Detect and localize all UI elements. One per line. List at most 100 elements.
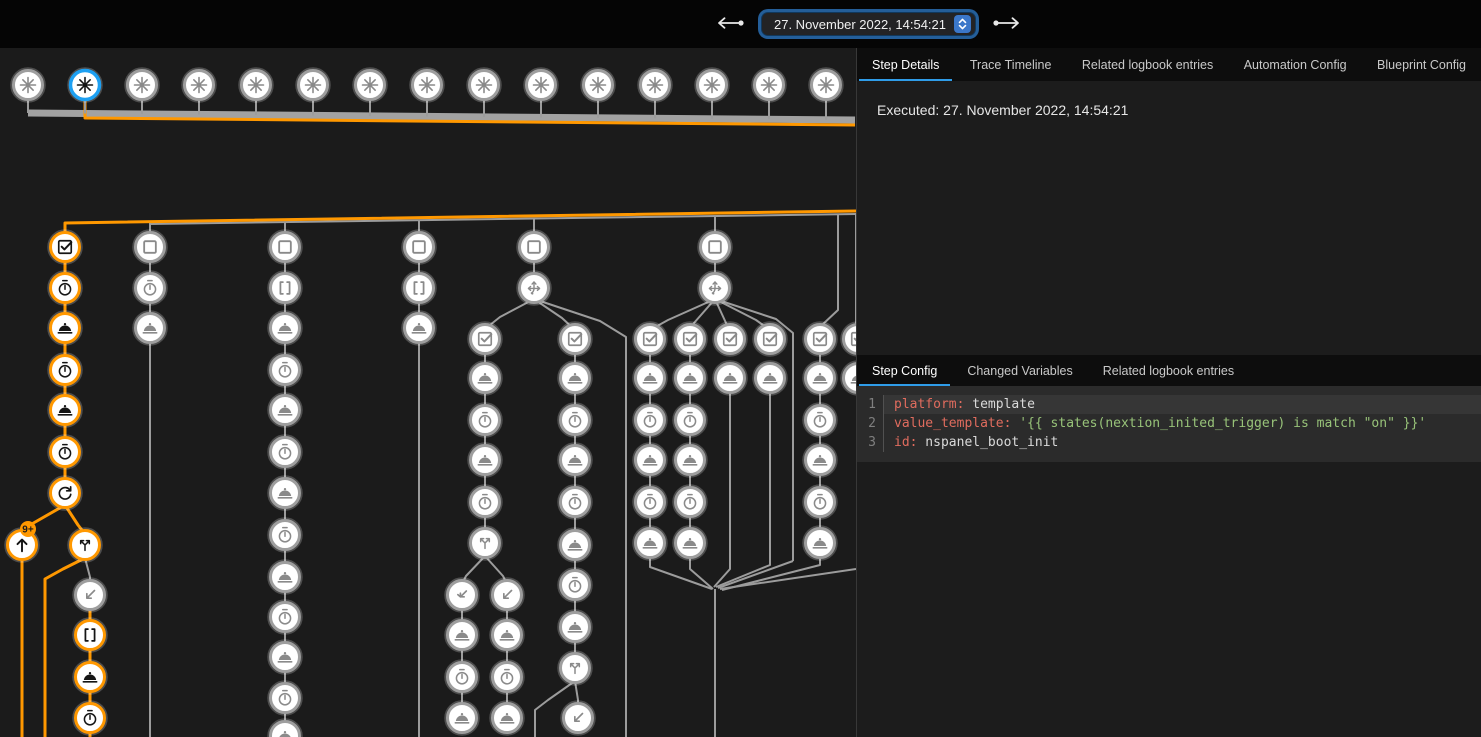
graph-node-timer-icon[interactable] — [559, 404, 592, 437]
graph-node-service-call-icon[interactable] — [804, 444, 837, 477]
tab-trace-timeline[interactable]: Trace Timeline — [955, 48, 1067, 81]
graph-node-service-call-icon[interactable] — [674, 444, 707, 477]
graph-node-service-call-icon[interactable] — [714, 362, 747, 395]
graph-node-service-call-icon[interactable] — [804, 362, 837, 395]
graph-node-service-call-icon[interactable] — [269, 720, 302, 737]
tab-related-logbook-entries[interactable]: Related logbook entries — [1067, 48, 1228, 81]
graph-node-arrow-bottom-left-icon[interactable] — [74, 579, 107, 612]
graph-node-trigger-asterisk-icon[interactable] — [582, 69, 615, 102]
graph-node-trigger-asterisk-icon[interactable] — [240, 69, 273, 102]
graph-node-arrow-bottom-left-icon[interactable] — [491, 579, 524, 612]
older-trace-button[interactable] — [712, 13, 748, 36]
graph-node-trigger-asterisk-icon[interactable] — [354, 69, 387, 102]
graph-node-timer-icon[interactable] — [634, 486, 667, 519]
graph-node-service-call-icon[interactable] — [634, 362, 667, 395]
graph-node-timer-icon[interactable] — [491, 661, 524, 694]
graph-node-service-call-icon[interactable] — [842, 362, 857, 395]
graph-node-choose-icon[interactable] — [518, 272, 551, 305]
newer-trace-button[interactable] — [989, 13, 1025, 36]
graph-node-timer-icon[interactable] — [74, 702, 107, 735]
graph-node-call-split-icon[interactable] — [469, 527, 502, 560]
graph-node-condition-checked-icon[interactable] — [634, 323, 667, 356]
graph-node-checkbox-blank-icon[interactable] — [403, 231, 436, 264]
graph-node-service-call-icon[interactable] — [559, 444, 592, 477]
graph-node-service-call-icon[interactable] — [269, 641, 302, 674]
graph-node-trigger-asterisk-icon[interactable] — [696, 69, 729, 102]
graph-node-trigger-asterisk-icon[interactable] — [810, 69, 843, 102]
graph-node-arrow-up-icon[interactable]: 9+ — [6, 521, 39, 562]
graph-node-timer-icon[interactable] — [269, 682, 302, 715]
graph-node-trigger-asterisk-icon[interactable] — [753, 69, 786, 102]
tab-step-config[interactable]: Step Config — [857, 355, 952, 386]
graph-node-trigger-asterisk-icon[interactable] — [411, 69, 444, 102]
graph-node-service-call-icon[interactable] — [559, 529, 592, 562]
graph-node-service-call-icon[interactable] — [49, 312, 82, 345]
graph-node-checkbox-blank-icon[interactable] — [699, 231, 732, 264]
graph-node-service-call-icon[interactable] — [49, 394, 82, 427]
graph-node-code-brackets-icon[interactable] — [403, 272, 436, 305]
graph-node-service-call-icon[interactable] — [491, 619, 524, 652]
graph-node-condition-checked-icon[interactable] — [714, 323, 747, 356]
graph-node-condition-checked-icon[interactable] — [49, 231, 82, 264]
graph-node-trigger-asterisk-icon[interactable] — [69, 69, 102, 102]
graph-node-service-call-icon[interactable] — [491, 702, 524, 735]
tab-changed-variables[interactable]: Changed Variables — [952, 355, 1087, 386]
tab-step-details[interactable]: Step Details — [857, 48, 954, 81]
tab-related-logbook-entries[interactable]: Related logbook entries — [1088, 355, 1249, 386]
graph-node-condition-checked-icon[interactable] — [804, 323, 837, 356]
graph-node-timer-icon[interactable] — [134, 272, 167, 305]
graph-node-checkbox-blank-icon[interactable] — [518, 231, 551, 264]
graph-node-service-call-icon[interactable] — [134, 312, 167, 345]
graph-node-trigger-asterisk-icon[interactable] — [12, 69, 45, 102]
graph-node-code-brackets-icon[interactable] — [74, 619, 107, 652]
graph-node-service-call-icon[interactable] — [634, 527, 667, 560]
graph-node-timer-icon[interactable] — [804, 486, 837, 519]
graph-node-timer-icon[interactable] — [674, 404, 707, 437]
graph-node-timer-icon[interactable] — [674, 486, 707, 519]
graph-node-timer-icon[interactable] — [634, 404, 667, 437]
graph-node-timer-icon[interactable] — [559, 569, 592, 602]
graph-node-service-call-icon[interactable] — [804, 527, 837, 560]
graph-node-service-call-icon[interactable] — [269, 477, 302, 510]
graph-node-service-call-icon[interactable] — [634, 444, 667, 477]
graph-node-service-call-icon[interactable] — [469, 444, 502, 477]
graph-node-timer-icon[interactable] — [269, 519, 302, 552]
graph-node-condition-checked-icon[interactable] — [674, 323, 707, 356]
graph-node-call-split-icon[interactable] — [559, 652, 592, 685]
graph-node-service-call-icon[interactable] — [754, 362, 787, 395]
graph-node-timer-icon[interactable] — [469, 404, 502, 437]
graph-node-trigger-asterisk-icon[interactable] — [525, 69, 558, 102]
graph-node-timer-icon[interactable] — [49, 272, 82, 305]
graph-node-service-call-icon[interactable] — [269, 561, 302, 594]
graph-node-timer-icon[interactable] — [804, 404, 837, 437]
graph-node-service-call-icon[interactable] — [674, 527, 707, 560]
graph-node-timer-icon[interactable] — [469, 486, 502, 519]
graph-node-service-call-icon[interactable] — [446, 619, 479, 652]
graph-node-check-arrow-icon[interactable] — [446, 579, 479, 612]
graph-node-condition-checked-icon[interactable] — [842, 323, 857, 356]
graph-node-condition-checked-icon[interactable] — [469, 323, 502, 356]
graph-node-trigger-asterisk-icon[interactable] — [297, 69, 330, 102]
tab-automation-config[interactable]: Automation Config — [1229, 48, 1362, 81]
graph-node-timer-icon[interactable] — [559, 486, 592, 519]
graph-node-service-call-icon[interactable] — [469, 362, 502, 395]
tab-blueprint-config[interactable]: Blueprint Config — [1362, 48, 1481, 81]
graph-node-timer-icon[interactable] — [269, 354, 302, 387]
graph-node-choose-icon[interactable] — [699, 272, 732, 305]
graph-node-repeat-icon[interactable] — [49, 477, 82, 510]
graph-node-timer-icon[interactable] — [49, 354, 82, 387]
graph-node-trigger-asterisk-icon[interactable] — [183, 69, 216, 102]
graph-node-service-call-icon[interactable] — [403, 312, 436, 345]
trace-run-select[interactable]: 27. November 2022, 14:54:21 — [761, 12, 976, 36]
graph-node-checkbox-blank-icon[interactable] — [269, 231, 302, 264]
graph-node-service-call-icon[interactable] — [559, 362, 592, 395]
graph-node-service-call-icon[interactable] — [674, 362, 707, 395]
graph-node-service-call-icon[interactable] — [446, 702, 479, 735]
graph-node-condition-checked-icon[interactable] — [754, 323, 787, 356]
graph-node-service-call-icon[interactable] — [269, 312, 302, 345]
graph-node-call-split-icon[interactable] — [69, 529, 102, 562]
graph-node-timer-icon[interactable] — [269, 601, 302, 634]
graph-node-checkbox-blank-icon[interactable] — [134, 231, 167, 264]
graph-node-service-call-icon[interactable] — [74, 661, 107, 694]
graph-node-timer-icon[interactable] — [446, 661, 479, 694]
